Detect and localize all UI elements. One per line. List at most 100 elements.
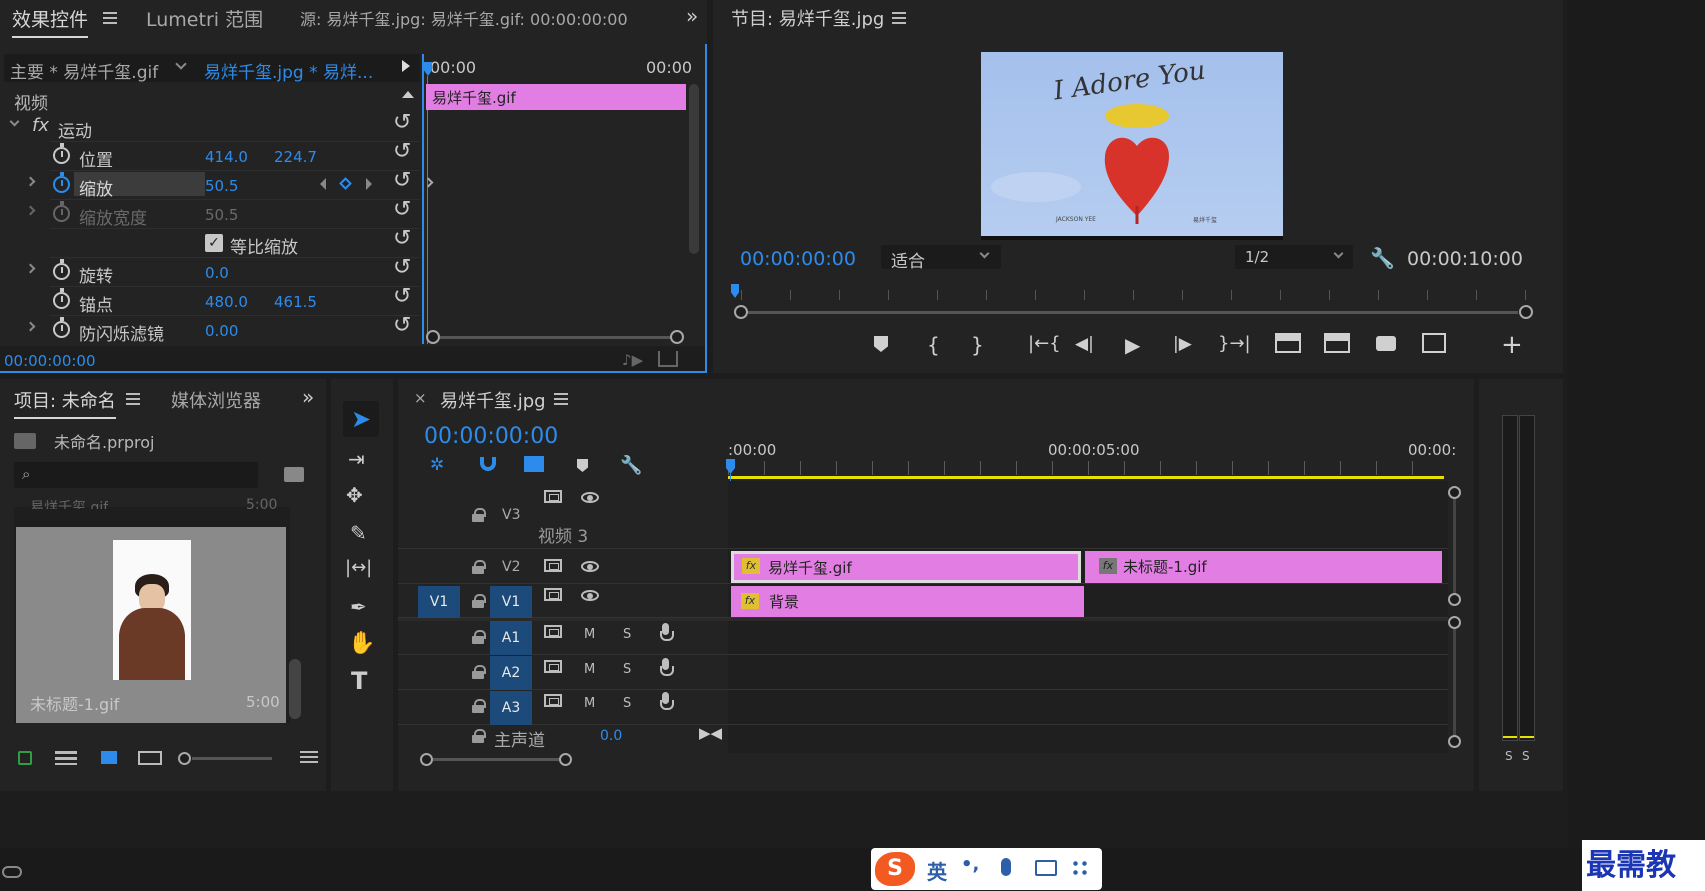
work-area-bar[interactable] <box>728 476 1444 479</box>
type-tool-icon[interactable]: T <box>351 667 367 695</box>
sync-lock-icon[interactable] <box>544 625 562 638</box>
source-patch-v1[interactable]: V1 <box>418 586 460 618</box>
step-forward-icon[interactable]: |▶ <box>1173 334 1192 354</box>
project-scrollbar[interactable] <box>289 659 301 719</box>
program-video-frame[interactable]: I Adore You JACKSON YEE 易烊千玺 <box>981 52 1283 239</box>
mute-button[interactable]: M <box>584 662 595 677</box>
mic-icon[interactable] <box>660 692 674 710</box>
nest-icon[interactable]: ✲ <box>430 455 444 475</box>
panel-menu-icon[interactable] <box>892 12 906 24</box>
program-monitor-title[interactable]: 节目: 易烊千玺.jpg <box>731 5 884 31</box>
lock-icon[interactable] <box>472 594 486 608</box>
sort-icon[interactable] <box>300 751 318 765</box>
mic-icon[interactable] <box>660 658 674 676</box>
ripple-edit-tool-icon[interactable]: ✥ <box>346 483 363 507</box>
program-ruler[interactable] <box>741 290 1527 300</box>
mark-out-icon[interactable]: } <box>971 333 984 357</box>
extract-icon[interactable] <box>1324 333 1350 353</box>
sync-lock-icon[interactable] <box>544 694 562 707</box>
clip-v2-b[interactable]: fx 未标题-1.gif <box>1085 551 1442 583</box>
clip-v2-a[interactable]: fx 易烊千玺.gif <box>731 551 1081 583</box>
timeline-zoom-bar[interactable] <box>433 758 563 761</box>
lift-icon[interactable] <box>1275 333 1301 353</box>
audio-scroll-track[interactable] <box>1453 629 1456 735</box>
timeline-zoom-right-handle[interactable] <box>559 753 572 766</box>
master-track-value[interactable]: 0.0 <box>600 728 622 744</box>
linked-selection-icon[interactable] <box>524 456 544 472</box>
camera-icon[interactable] <box>1376 336 1396 351</box>
selection-tool-icon[interactable]: ➤ <box>343 401 379 437</box>
mute-button[interactable]: M <box>584 696 595 711</box>
clip-v1-a[interactable]: fx 背景 <box>731 586 1084 617</box>
lock-icon[interactable] <box>472 560 486 574</box>
sync-lock-icon[interactable] <box>544 490 562 503</box>
thumbnail-size-slider[interactable] <box>192 757 272 760</box>
pen-tool-icon[interactable]: ✒ <box>350 595 367 619</box>
slip-tool-icon[interactable]: |↔| <box>345 557 372 578</box>
solo-button[interactable]: S <box>623 696 631 711</box>
go-to-end-icon[interactable]: ▶◀ <box>699 724 722 742</box>
video-scroll-top-handle[interactable] <box>1448 486 1461 499</box>
close-sequence-icon[interactable]: × <box>414 389 427 407</box>
new-bin-search-icon[interactable] <box>284 467 304 482</box>
item-name[interactable]: 未标题-1.gif <box>30 691 119 715</box>
add-button-icon[interactable]: + <box>1501 330 1523 360</box>
thumbnail-size-handle[interactable] <box>178 752 191 765</box>
program-zoom-right-handle[interactable] <box>1519 305 1533 319</box>
program-timecode-current[interactable]: 00:00:00:00 <box>740 248 856 270</box>
ime-lang-label[interactable]: 英 <box>927 856 947 885</box>
audio-scroll-bottom-handle[interactable] <box>1448 735 1461 748</box>
lock-icon[interactable] <box>472 630 486 644</box>
video-scroll-bottom-handle[interactable] <box>1448 593 1461 606</box>
play-icon[interactable]: ▶ <box>1125 333 1140 357</box>
lock-icon[interactable] <box>472 699 486 713</box>
sync-lock-icon[interactable] <box>544 559 562 572</box>
panel-menu-icon[interactable] <box>103 12 117 24</box>
go-to-out-icon[interactable]: }→| <box>1218 333 1251 354</box>
list-view-icon[interactable] <box>55 751 77 765</box>
snap-icon[interactable] <box>480 457 496 471</box>
fit-select[interactable]: 适合 <box>881 245 1001 272</box>
tab-effect-controls[interactable]: 效果控件 <box>12 5 89 38</box>
lock-open-icon[interactable] <box>18 751 32 765</box>
freeform-view-icon[interactable] <box>138 751 162 765</box>
add-marker-icon[interactable] <box>874 336 888 352</box>
timeline-timecode[interactable]: 00:00:00:00 <box>424 424 558 449</box>
track-target-a3[interactable]: A3 <box>490 691 532 725</box>
comparison-view-icon[interactable] <box>1422 333 1446 353</box>
ime-punct-label[interactable]: •, <box>961 854 979 875</box>
mark-in-icon[interactable]: { <box>927 333 940 357</box>
razor-tool-icon[interactable]: ✎ <box>350 521 367 545</box>
timeline-ruler[interactable] <box>728 461 1444 475</box>
tab-media-browser[interactable]: 媒体浏览器 <box>171 387 261 413</box>
tab-source[interactable]: 源: 易烊千玺.jpg: 易烊千玺.gif: 00:00:00:00 <box>300 6 628 30</box>
solo-button[interactable]: S <box>623 662 631 677</box>
track-target-a1[interactable]: A1 <box>490 621 532 655</box>
wrench-icon[interactable]: 🔧 <box>1370 246 1395 270</box>
program-playhead[interactable] <box>731 284 739 298</box>
mute-button[interactable]: M <box>584 627 595 642</box>
add-marker-icon[interactable] <box>577 459 588 472</box>
eye-icon[interactable] <box>581 561 599 572</box>
sync-lock-icon[interactable] <box>544 588 562 601</box>
search-input[interactable]: ⌕ <box>14 462 258 488</box>
lock-icon[interactable] <box>472 665 486 679</box>
audio-scroll-top-handle[interactable] <box>1448 616 1461 629</box>
eye-icon[interactable] <box>581 590 599 601</box>
meter-solo-right[interactable]: S <box>1522 749 1530 763</box>
hand-tool-icon[interactable]: ✋ <box>348 631 375 656</box>
sync-lock-icon[interactable] <box>544 660 562 673</box>
lock-icon[interactable] <box>472 729 486 743</box>
ime-mic-icon[interactable] <box>1001 858 1011 876</box>
ime-toolbar[interactable]: S 英 •, <box>871 848 1102 890</box>
solo-button[interactable]: S <box>623 627 631 642</box>
eye-icon[interactable] <box>581 492 599 503</box>
step-back-icon[interactable]: ◀| <box>1075 334 1094 354</box>
program-zoom-bar[interactable] <box>748 311 1518 314</box>
overflow-icon[interactable]: » <box>302 385 314 409</box>
meter-solo-left[interactable]: S <box>1505 749 1513 763</box>
track-target-a2[interactable]: A2 <box>490 656 532 690</box>
panel-menu-icon[interactable] <box>126 393 140 405</box>
ime-apps-icon[interactable] <box>1071 859 1089 877</box>
lock-icon[interactable] <box>472 508 486 522</box>
